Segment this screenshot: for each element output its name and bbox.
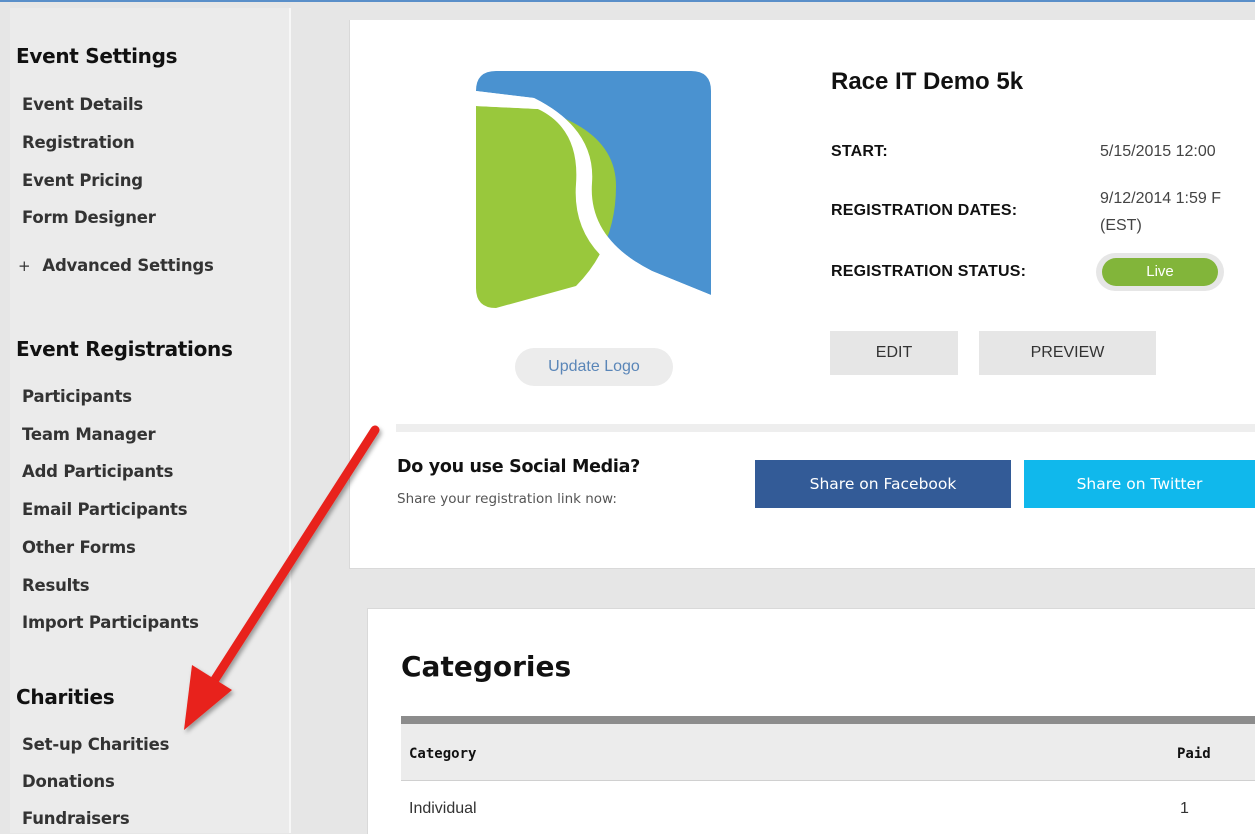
- section-title-event-settings: Event Settings: [16, 44, 178, 68]
- sidebar-item-form-designer[interactable]: Form Designer: [22, 208, 156, 227]
- start-value: 5/15/2015 12:00: [1100, 143, 1216, 160]
- social-subtitle: Share your registration link now:: [397, 491, 617, 507]
- status-badge: Live: [1096, 253, 1224, 291]
- section-divider: [396, 424, 1255, 432]
- sidebar-item-other-forms[interactable]: Other Forms: [22, 538, 136, 557]
- social-question: Do you use Social Media?: [397, 457, 640, 477]
- update-logo-button[interactable]: Update Logo: [515, 348, 673, 386]
- sidebar-item-event-pricing[interactable]: Event Pricing: [22, 171, 143, 190]
- edit-button[interactable]: EDIT: [830, 331, 958, 375]
- registration-status-label: REGISTRATION STATUS:: [831, 263, 1027, 280]
- top-border: [0, 0, 1255, 2]
- table-header: [401, 724, 1255, 781]
- event-title: Race IT Demo 5k: [831, 68, 1024, 95]
- race-it-logo: [476, 71, 711, 308]
- column-header-paid: Paid: [1177, 746, 1211, 762]
- sidebar-item-registration[interactable]: Registration: [22, 133, 135, 152]
- table-cell-paid: 1: [1180, 800, 1189, 817]
- sidebar-item-email-participants[interactable]: Email Participants: [22, 500, 188, 519]
- column-header-category: Category: [409, 746, 477, 762]
- share-facebook-button[interactable]: Share on Facebook: [755, 460, 1011, 508]
- table-cell-category: Individual: [409, 800, 477, 817]
- status-badge-label: Live: [1102, 258, 1218, 286]
- sidebar-item-add-participants[interactable]: Add Participants: [22, 462, 173, 481]
- registration-dates-label: REGISTRATION DATES:: [831, 202, 1018, 219]
- registration-dates-value: 9/12/2014 1:59 F: [1100, 190, 1221, 207]
- share-twitter-button[interactable]: Share on Twitter: [1024, 460, 1255, 508]
- sidebar-item-participants[interactable]: Participants: [22, 387, 132, 406]
- sidebar-item-label: Advanced Settings: [42, 256, 214, 275]
- section-title-event-registrations: Event Registrations: [16, 337, 233, 361]
- section-title-charities: Charities: [16, 685, 115, 709]
- preview-button[interactable]: PREVIEW: [979, 331, 1156, 375]
- expand-plus-icon: +: [18, 257, 31, 275]
- sidebar-item-results[interactable]: Results: [22, 576, 90, 595]
- sidebar-item-setup-charities[interactable]: Set-up Charities: [22, 735, 169, 754]
- sidebar-item-team-manager[interactable]: Team Manager: [22, 425, 156, 444]
- sidebar-item-fundraisers[interactable]: Fundraisers: [22, 809, 130, 828]
- start-label: START:: [831, 143, 888, 160]
- categories-title: Categories: [401, 650, 572, 683]
- red-arrow-icon: [184, 425, 380, 730]
- sidebar-item-donations[interactable]: Donations: [22, 772, 115, 791]
- registration-dates-timezone: (EST): [1100, 217, 1142, 234]
- sidebar-item-event-details[interactable]: Event Details: [22, 95, 143, 114]
- sidebar-item-advanced-settings[interactable]: + Advanced Settings: [18, 256, 214, 275]
- table-header-bar: [401, 716, 1255, 724]
